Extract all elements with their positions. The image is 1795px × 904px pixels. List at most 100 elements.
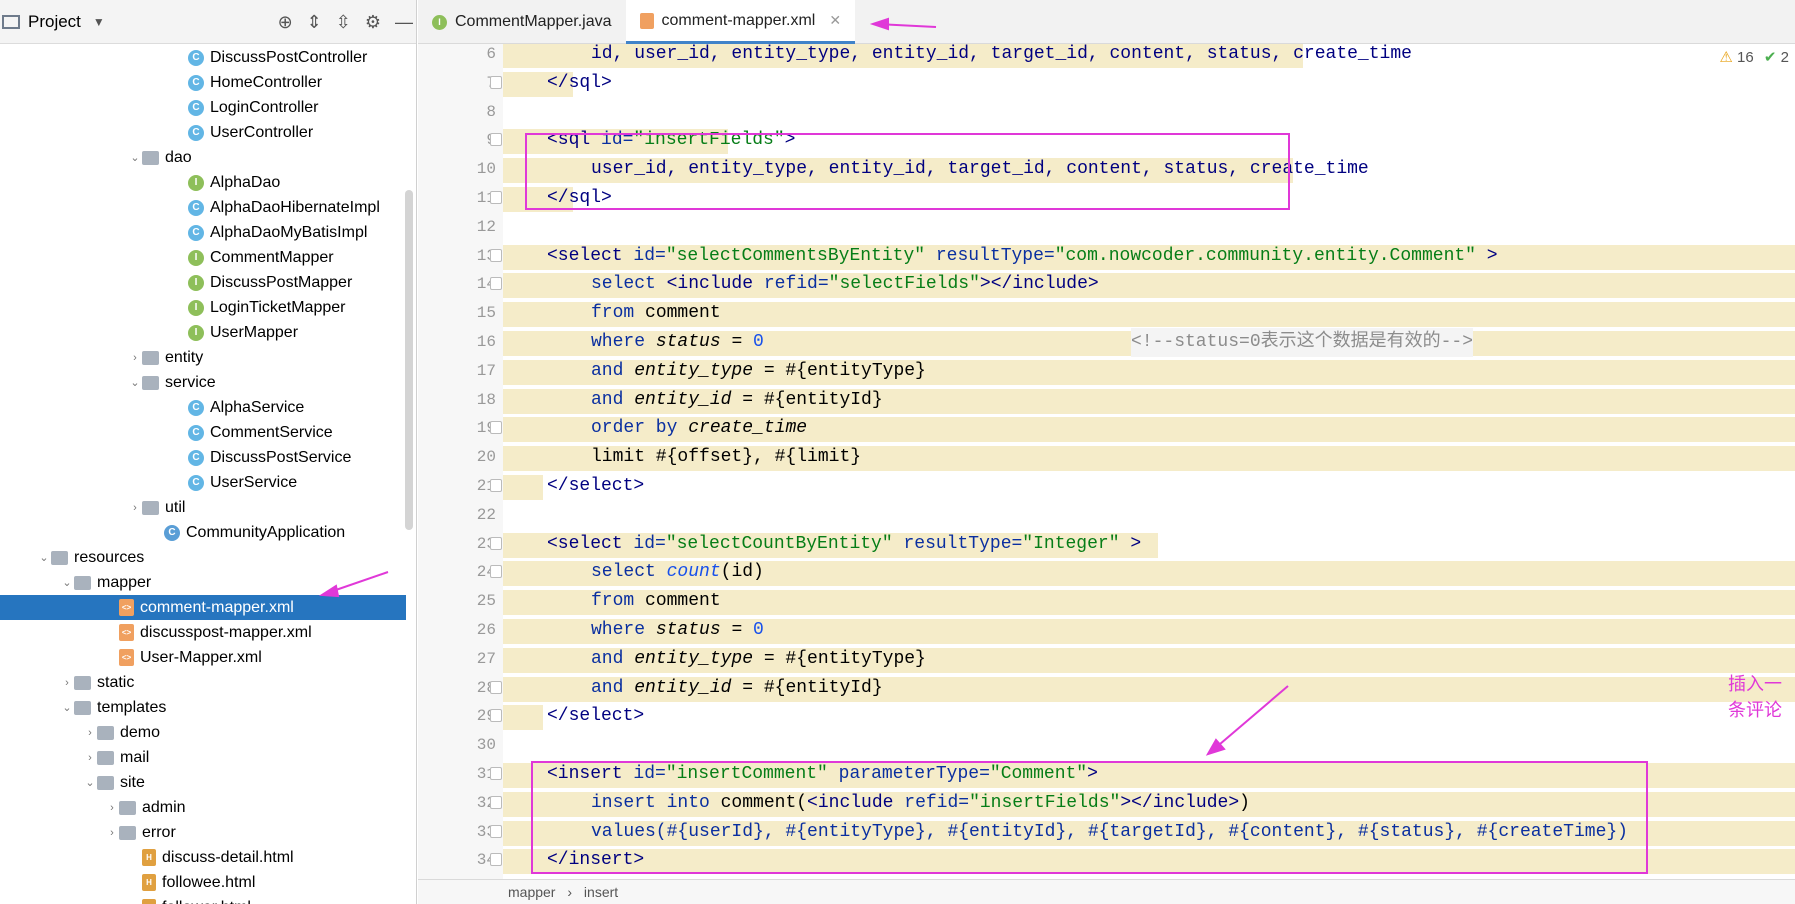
code-line[interactable]: 8	[418, 98, 1795, 127]
code-line[interactable]: 24 select count(id)	[418, 558, 1795, 587]
code-line[interactable]: 25 from comment	[418, 587, 1795, 616]
chevron-down-icon[interactable]: ⌄	[60, 701, 74, 714]
code-line[interactable]: 27 and entity_type = #{entityType}	[418, 645, 1795, 674]
tree-item[interactable]: C AlphaDaoHibernateImpl	[0, 195, 406, 220]
inspection-widget[interactable]: ⚠ 16 ✔ 2	[1719, 48, 1789, 66]
code-line[interactable]: 13 <select id="selectCommentsByEntity" re…	[418, 242, 1795, 271]
project-title[interactable]: Project	[28, 12, 81, 32]
chevron-right-icon[interactable]: ›	[128, 502, 142, 514]
fold-marker-icon[interactable]	[490, 75, 502, 89]
tree-item[interactable]: › entity	[0, 345, 406, 370]
chevron-right-icon[interactable]: ›	[128, 352, 142, 364]
tree-item[interactable]: C DiscussPostController	[0, 45, 406, 70]
tree-item[interactable]: ⌄ service	[0, 370, 406, 395]
fold-marker-icon[interactable]	[490, 565, 502, 579]
tree-item[interactable]: Hfollower.html	[0, 895, 406, 904]
tree-item[interactable]: C AlphaService	[0, 395, 406, 420]
tree-item[interactable]: C AlphaDaoMyBatisImpl	[0, 220, 406, 245]
tree-item[interactable]: C CommunityApplication	[0, 520, 406, 545]
tree-scrollbar[interactable]	[405, 190, 413, 530]
fold-marker-icon[interactable]	[490, 680, 502, 694]
code-line[interactable]: 19 order by create_time	[418, 414, 1795, 443]
fold-marker-icon[interactable]	[490, 853, 502, 867]
collapse-all-icon[interactable]: ⇳	[336, 12, 351, 33]
code-line[interactable]: 26 where status = 0	[418, 616, 1795, 645]
locate-icon[interactable]: ⊕	[278, 12, 293, 33]
tree-item[interactable]: ⌄ site	[0, 770, 406, 795]
code-line[interactable]: 12	[418, 213, 1795, 242]
code-line[interactable]: 15 from comment	[418, 299, 1795, 328]
tree-item[interactable]: <> User-Mapper.xml	[0, 645, 406, 670]
tree-item[interactable]: C DiscussPostService	[0, 445, 406, 470]
chevron-right-icon[interactable]: ›	[83, 727, 97, 739]
fold-marker-icon[interactable]	[490, 133, 502, 147]
tree-item[interactable]: <> discusspost-mapper.xml	[0, 620, 406, 645]
tree-item[interactable]: ⌄ dao	[0, 145, 406, 170]
tree-item[interactable]: ⌄ resources	[0, 545, 406, 570]
tree-item[interactable]: › mail	[0, 745, 406, 770]
code-line[interactable]: 30	[418, 731, 1795, 760]
tree-item[interactable]: › static	[0, 670, 406, 695]
chevron-right-icon[interactable]: ›	[105, 827, 119, 839]
tree-item[interactable]: <> comment-mapper.xml	[0, 595, 406, 620]
tree-item[interactable]: C HomeController	[0, 70, 406, 95]
tab-comment-mapper-xml[interactable]: comment-mapper.xml ✕	[625, 0, 856, 44]
chevron-down-icon[interactable]: ⌄	[128, 376, 142, 389]
code-line[interactable]: 22	[418, 501, 1795, 530]
expand-all-icon[interactable]: ⇕	[307, 12, 322, 33]
code-line[interactable]: 7 </sql>	[418, 69, 1795, 98]
tree-item[interactable]: ⌄ mapper	[0, 570, 406, 595]
fold-marker-icon[interactable]	[490, 536, 502, 550]
code-line[interactable]: 18 and entity_id = #{entityId}	[418, 386, 1795, 415]
fold-marker-icon[interactable]	[490, 248, 502, 262]
fold-marker-icon[interactable]	[490, 421, 502, 435]
code-line[interactable]: 21 </select>	[418, 472, 1795, 501]
tab-comment-mapper-java[interactable]: I CommentMapper.java	[418, 0, 626, 44]
code-line[interactable]: 6 id, user_id, entity_type, entity_id, ta…	[418, 44, 1795, 69]
tree-item[interactable]: › admin	[0, 795, 406, 820]
tree-item[interactable]: I LoginTicketMapper	[0, 295, 406, 320]
tree-item[interactable]: C UserController	[0, 120, 406, 145]
fold-marker-icon[interactable]	[490, 479, 502, 492]
fold-marker-icon[interactable]	[490, 277, 502, 291]
tree-item[interactable]: I DiscussPostMapper	[0, 270, 406, 295]
tree-item[interactable]: I CommentMapper	[0, 245, 406, 270]
code-line[interactable]: 29 </select>	[418, 702, 1795, 731]
tree-item[interactable]: I UserMapper	[0, 320, 406, 345]
code-line[interactable]: 28 and entity_id = #{entityId}	[418, 674, 1795, 703]
fold-marker-icon[interactable]	[490, 795, 502, 809]
breadcrumb-item-mapper[interactable]: mapper	[508, 884, 555, 900]
code-line[interactable]: 17 and entity_type = #{entityType}	[418, 357, 1795, 386]
chevron-right-icon[interactable]: ›	[83, 752, 97, 764]
minimize-icon[interactable]: —	[395, 12, 413, 33]
code-view[interactable]: 6 id, user_id, entity_type, entity_id, ta…	[418, 44, 1795, 879]
tree-item[interactable]: Hdiscuss-detail.html	[0, 845, 406, 870]
chevron-down-icon[interactable]: ⌄	[37, 551, 51, 564]
tree-item[interactable]: ⌄ templates	[0, 695, 406, 720]
code-line[interactable]: 16 where status = 0 <!--status=0表示这个数据是有效的…	[418, 328, 1795, 357]
chevron-down-icon[interactable]: ⌄	[60, 576, 74, 589]
fold-marker-icon[interactable]	[490, 767, 502, 780]
tree-item[interactable]: C LoginController	[0, 95, 406, 120]
tree-item[interactable]: › error	[0, 820, 406, 845]
breadcrumb-item-insert[interactable]: insert	[584, 884, 618, 900]
fold-marker-icon[interactable]	[490, 191, 502, 204]
tree-item[interactable]: › util	[0, 495, 406, 520]
fold-marker-icon[interactable]	[490, 824, 502, 838]
code-line[interactable]: 20 limit #{offset}, #{limit}	[418, 443, 1795, 472]
code-line[interactable]: 23 <select id="selectCountByEntity" resul…	[418, 530, 1795, 559]
code-line[interactable]: 14 select <include refid="selectFields"><…	[418, 270, 1795, 299]
tree-item[interactable]: Hfollowee.html	[0, 870, 406, 895]
tree-item[interactable]: I AlphaDao	[0, 170, 406, 195]
chevron-down-icon[interactable]: ⌄	[83, 776, 97, 789]
close-icon[interactable]: ✕	[829, 12, 841, 29]
chevron-right-icon[interactable]: ›	[60, 677, 74, 689]
tree-item[interactable]: C UserService	[0, 470, 406, 495]
tree-item[interactable]: › demo	[0, 720, 406, 745]
tree-item[interactable]: C CommentService	[0, 420, 406, 445]
chevron-down-icon[interactable]: ▼	[93, 15, 105, 29]
gear-icon[interactable]: ⚙	[365, 12, 381, 33]
fold-marker-icon[interactable]	[490, 709, 502, 723]
chevron-right-icon[interactable]: ›	[105, 802, 119, 814]
chevron-down-icon[interactable]: ⌄	[128, 151, 142, 164]
